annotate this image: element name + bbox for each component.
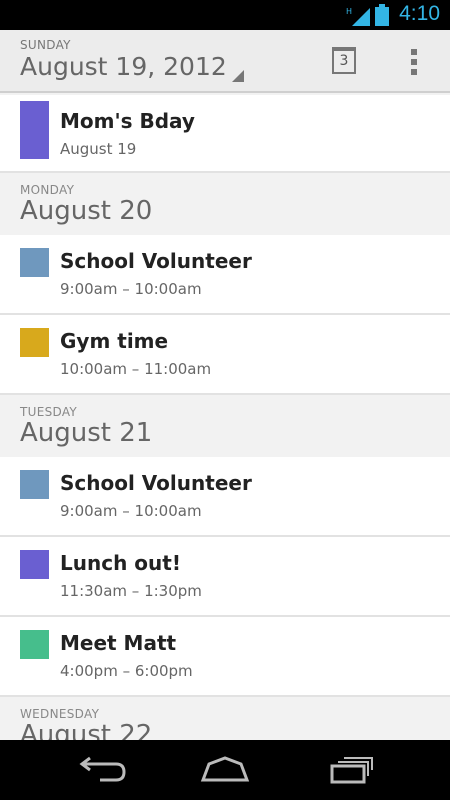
event-row[interactable]: School Volunteer 9:00am – 10:00am — [0, 235, 450, 315]
event-time: 11:30am – 1:30pm — [60, 582, 202, 600]
calendar-icon: 3 — [332, 47, 356, 74]
day-header-date: August 22 — [20, 720, 153, 740]
day-header-day-of-week: TUESDAY — [20, 405, 78, 419]
event-title: School Volunteer — [60, 249, 252, 273]
navigation-bar — [0, 740, 450, 800]
event-title: Mom's Bday — [60, 109, 195, 133]
day-header: MONDAY August 20 — [0, 173, 450, 235]
day-header: TUESDAY August 21 — [0, 395, 450, 457]
event-title: Meet Matt — [60, 631, 177, 655]
event-title: Lunch out! — [60, 551, 181, 575]
clock: 4:10 — [399, 2, 440, 25]
event-title: Gym time — [60, 329, 169, 353]
event-color-swatch — [20, 630, 49, 659]
network-type: H — [346, 7, 352, 16]
recent-apps-icon[interactable] — [320, 754, 380, 786]
back-icon[interactable] — [70, 754, 130, 786]
battery-icon — [375, 4, 389, 26]
day-header-day-of-week: MONDAY — [20, 183, 75, 197]
signal-icon: H — [346, 7, 370, 26]
event-time: 4:00pm – 6:00pm — [60, 662, 193, 680]
event-time: 9:00am – 10:00am — [60, 280, 202, 298]
event-time: 9:00am – 10:00am — [60, 502, 202, 520]
event-color-swatch — [20, 470, 49, 499]
day-header-day-of-week: WEDNESDAY — [20, 707, 100, 721]
event-row[interactable]: Lunch out! 11:30am – 1:30pm — [0, 537, 450, 617]
go-to-today-button[interactable]: 3 — [324, 42, 364, 82]
day-header-date: August 21 — [20, 418, 153, 448]
status-bar: H 4:10 — [0, 0, 450, 30]
day-header: WEDNESDAY August 22 — [0, 697, 450, 740]
event-time: 10:00am – 11:00am — [60, 360, 212, 378]
action-bar: SUNDAY August 19, 2012 3 — [0, 30, 450, 93]
event-row[interactable]: Meet Matt 4:00pm – 6:00pm — [0, 617, 450, 697]
event-time: August 19 — [60, 140, 137, 158]
day-header-date: August 20 — [20, 196, 153, 226]
today-day-number: 3 — [339, 53, 349, 69]
home-icon[interactable] — [195, 754, 255, 786]
header-date: August 19, 2012 — [20, 52, 227, 81]
event-row[interactable]: Gym time 10:00am – 11:00am — [0, 315, 450, 395]
overflow-menu-button[interactable] — [398, 42, 430, 82]
event-color-swatch — [20, 101, 49, 159]
header-day-of-week: SUNDAY — [20, 38, 71, 52]
event-color-swatch — [20, 328, 49, 357]
event-color-swatch — [20, 550, 49, 579]
event-row[interactable]: Mom's Bday August 19 — [0, 95, 450, 173]
event-title: School Volunteer — [60, 471, 252, 495]
spinner-triangle-icon — [232, 70, 244, 82]
event-row[interactable]: School Volunteer 9:00am – 10:00am — [0, 457, 450, 537]
event-color-swatch — [20, 248, 49, 277]
agenda-list[interactable]: Mom's Bday August 19 MONDAY August 20 Sc… — [0, 95, 450, 740]
